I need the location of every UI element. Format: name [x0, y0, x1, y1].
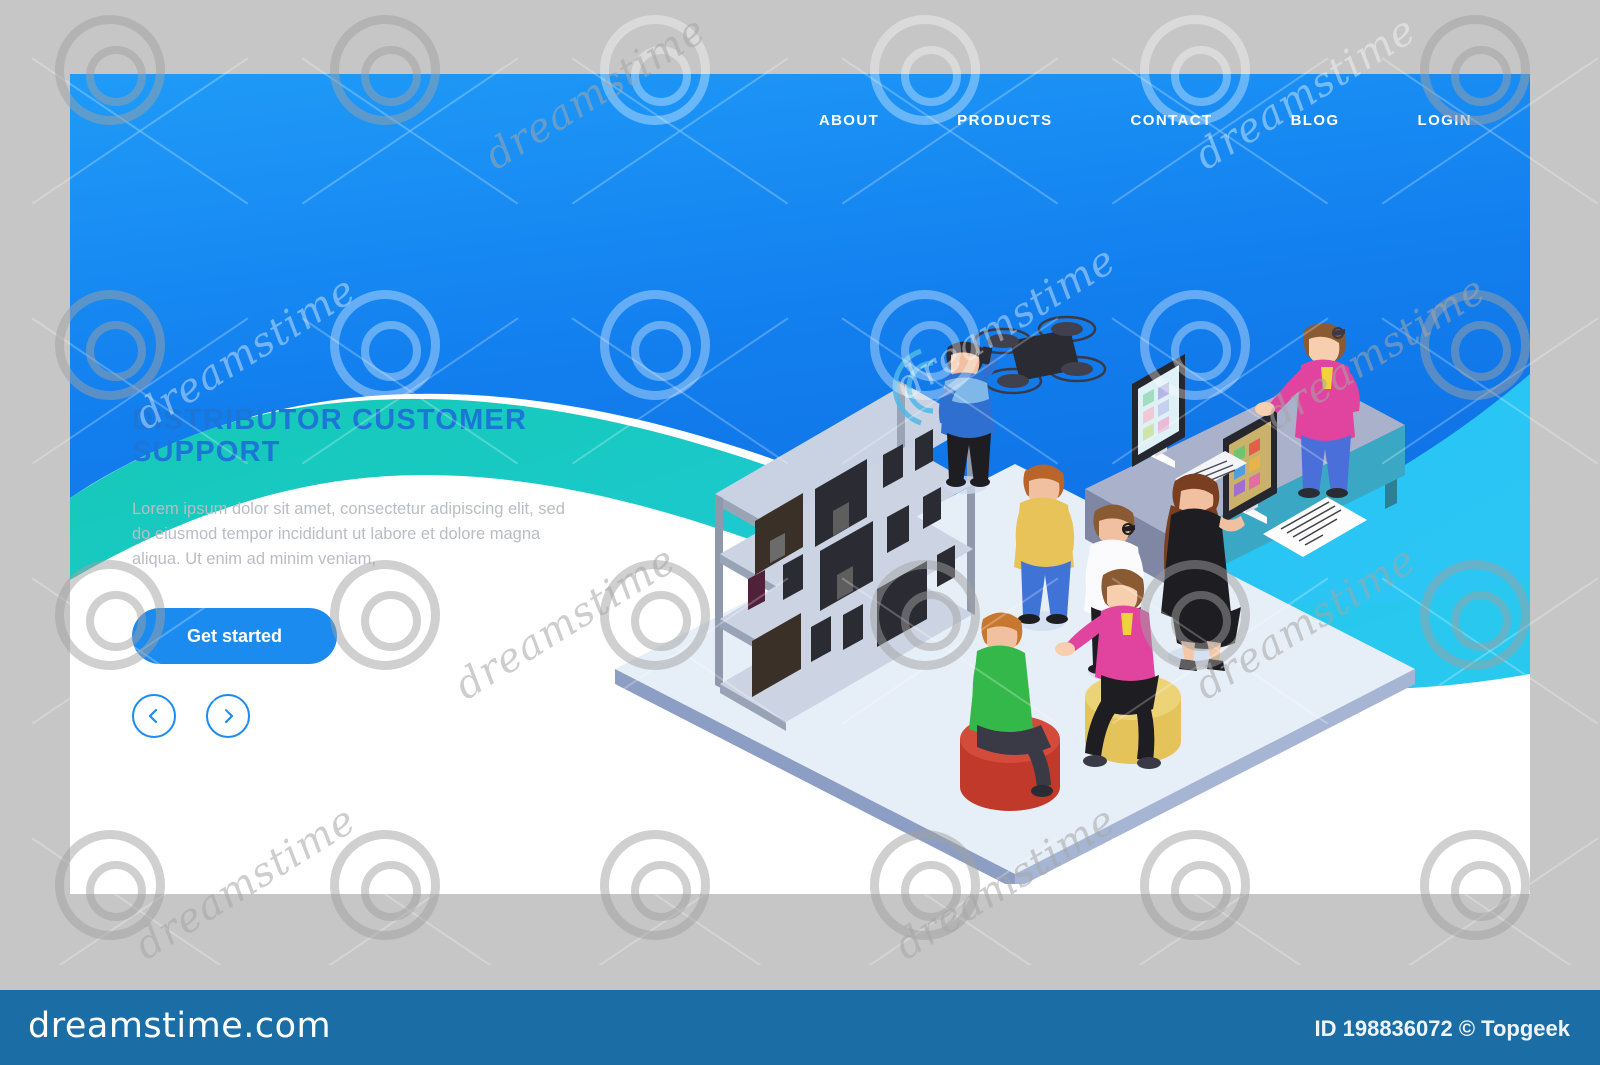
- dreamstime-logo: dreamstime.com: [28, 1006, 332, 1046]
- hero-section: DISTRIBUTOR CUSTOMER SUPPORT Lorem ipsum…: [132, 404, 602, 665]
- stock-photo-frame: ABOUT PRODUCTS CONTACT BLOG LOGIN DISTRI…: [0, 0, 1600, 1065]
- nav-item-blog[interactable]: BLOG: [1291, 112, 1340, 129]
- nav-item-about[interactable]: ABOUT: [819, 112, 879, 129]
- image-credit: ID 198836072 © Topgeek: [1314, 1016, 1571, 1041]
- isometric-store-illustration: [615, 315, 1415, 884]
- chevron-right-icon: [224, 708, 234, 724]
- chevron-left-icon: [148, 708, 158, 724]
- get-started-button[interactable]: Get started: [132, 608, 337, 665]
- nav-item-products[interactable]: PRODUCTS: [957, 112, 1052, 129]
- landing-page-card: ABOUT PRODUCTS CONTACT BLOG LOGIN DISTRI…: [70, 74, 1530, 894]
- carousel-prev-button[interactable]: [132, 694, 176, 738]
- main-navigation: ABOUT PRODUCTS CONTACT BLOG LOGIN: [819, 112, 1472, 129]
- scarf: [1321, 367, 1333, 389]
- stock-footer-bar: dreamstime.com ID 198836072 © Topgeek: [0, 990, 1600, 1065]
- scarf: [1121, 613, 1133, 635]
- carousel-next-button[interactable]: [206, 694, 250, 738]
- hero-description: Lorem ipsum dolor sit amet, consectetur …: [132, 499, 565, 569]
- carousel-controls: [132, 694, 250, 738]
- nav-item-contact[interactable]: CONTACT: [1131, 112, 1213, 129]
- quadcopter-drone: [973, 315, 1107, 395]
- page-title: DISTRIBUTOR CUSTOMER SUPPORT: [132, 404, 528, 469]
- nav-item-login[interactable]: LOGIN: [1418, 112, 1473, 129]
